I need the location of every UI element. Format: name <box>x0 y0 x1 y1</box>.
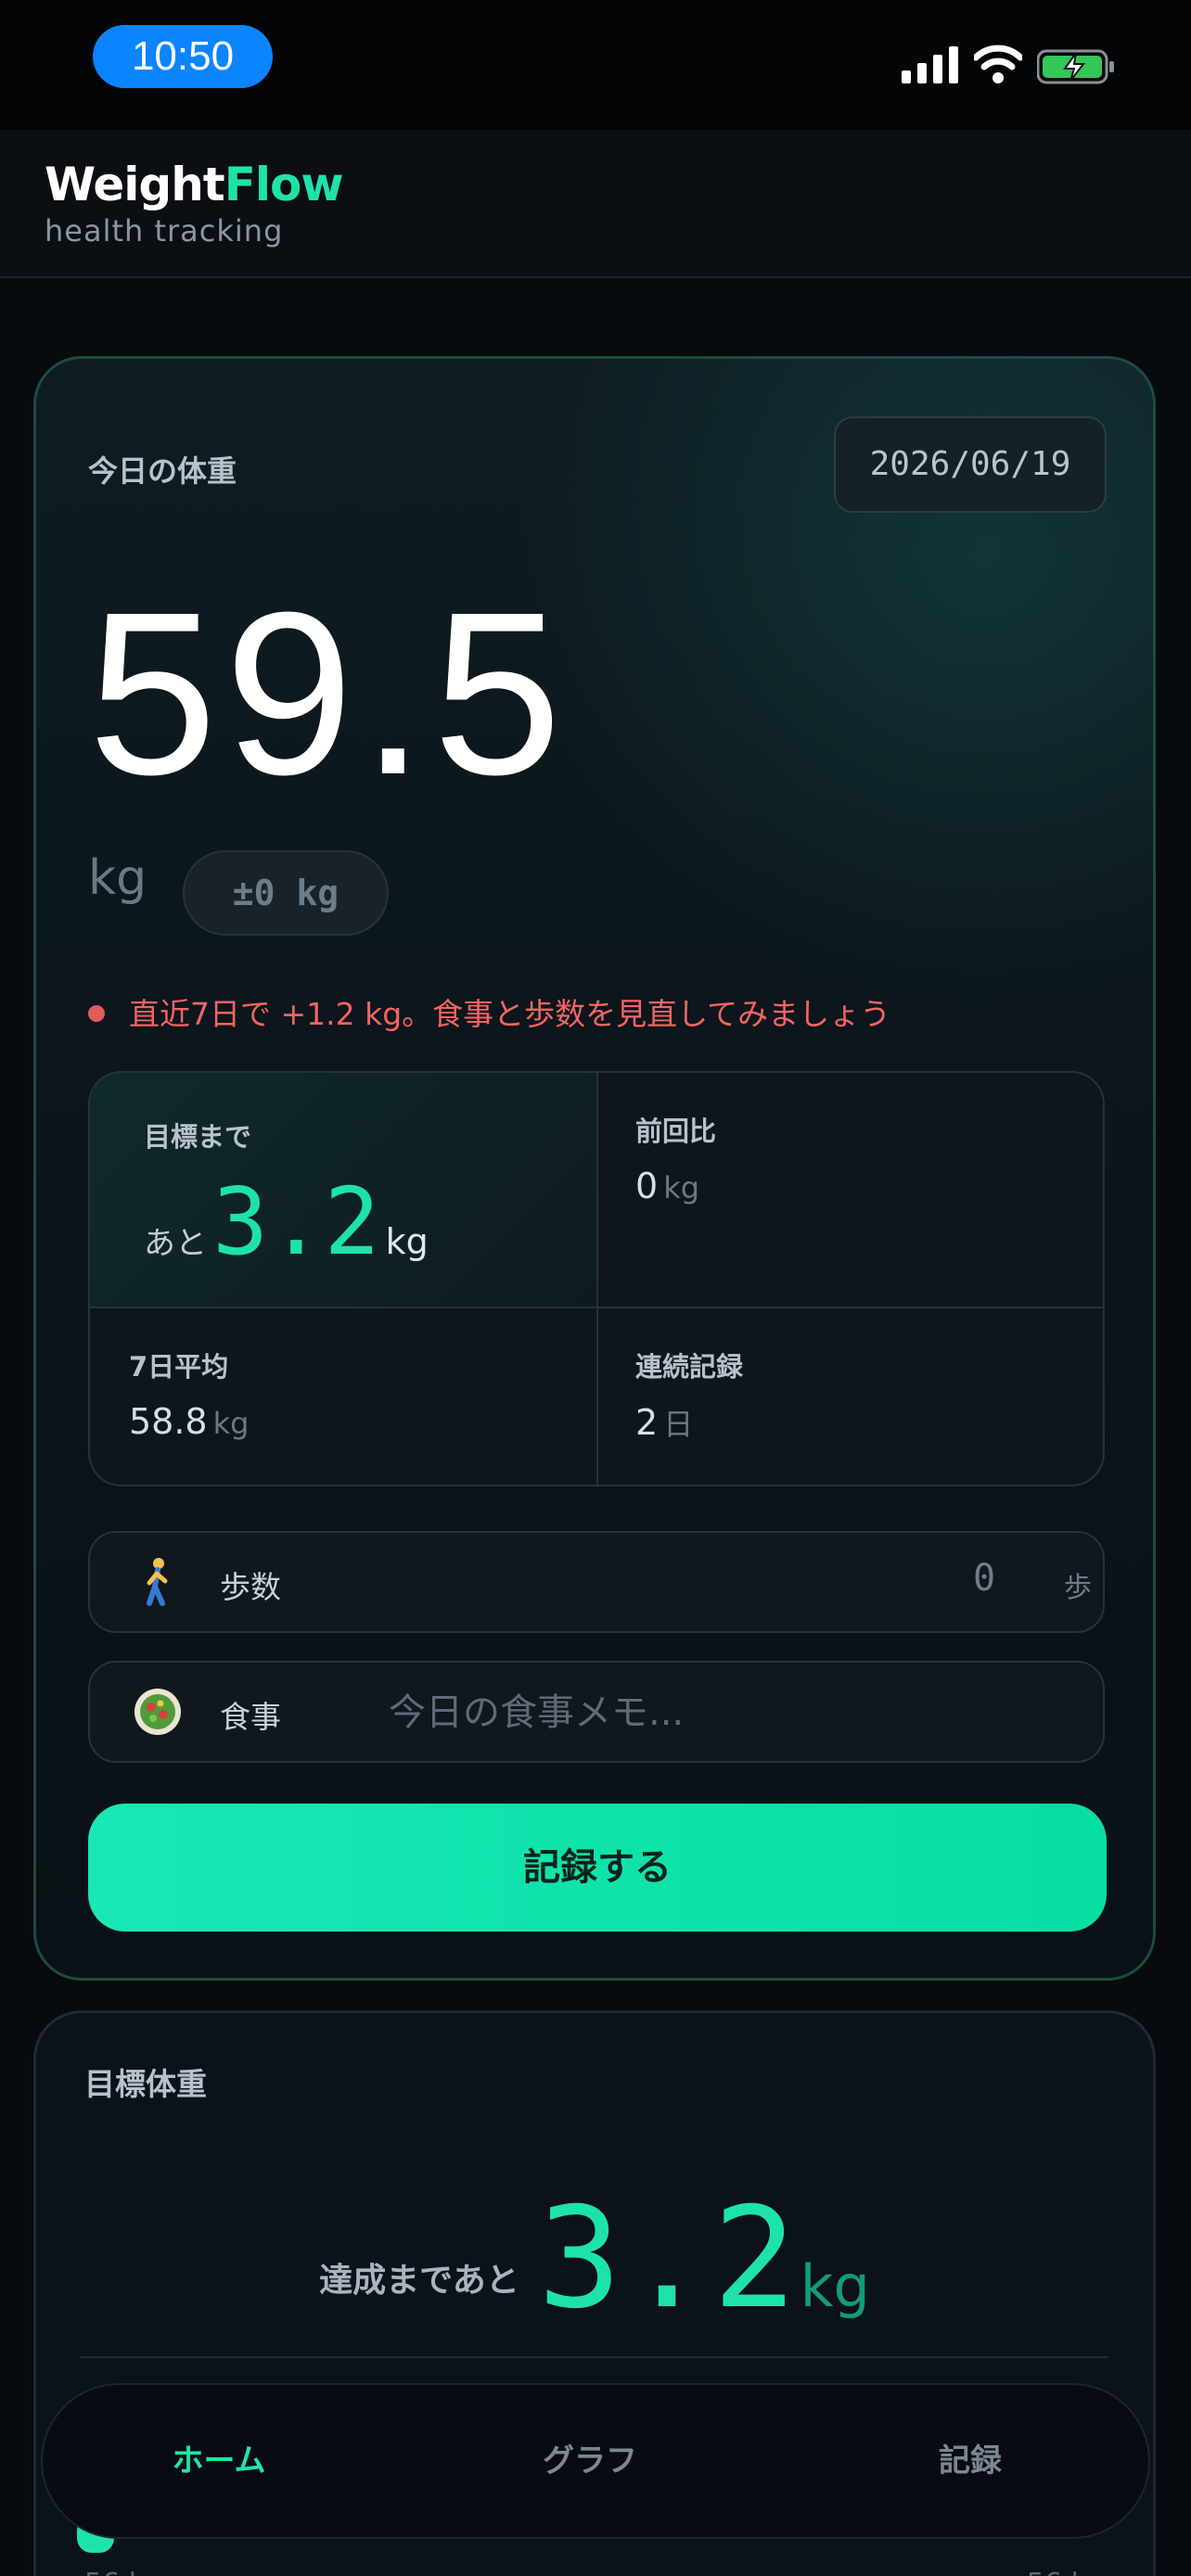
stat-previous-value-line: 0 kg <box>635 1166 699 1206</box>
app-header: WeightFlow health tracking <box>0 130 1191 278</box>
stat-goal-unit: kg <box>385 1221 429 1262</box>
status-time: 10:50 <box>93 25 273 88</box>
stat-previous-unit: kg <box>663 1170 700 1205</box>
stat-avg-value: 58.8 <box>129 1401 208 1442</box>
goal-remaining-line: 達成まであと 3.2kg <box>36 2178 1153 2340</box>
today-weight-card: 今日の体重 2026/06/19 59.5 kg ±0 kg 直近7日で +1.… <box>33 356 1156 1981</box>
goal-weight-title: 目標体重 <box>84 2066 207 2102</box>
stat-goal-value: 3.2 <box>212 1167 380 1276</box>
goal-divider <box>81 2356 1108 2358</box>
brand-name-part2: Flow <box>224 158 344 211</box>
steps-unit: 歩 <box>1064 1572 1092 1604</box>
trend-warning-text: 直近7日で +1.2 kg。食事と歩数を見直してみましょう <box>129 996 891 1032</box>
tab-graph[interactable]: グラフ <box>469 2385 711 2537</box>
stat-streak-label: 連続記録 <box>635 1351 744 1383</box>
weight-value[interactable]: 59.5 <box>88 578 570 810</box>
stat-avg-unit: kg <box>212 1406 250 1441</box>
meal-label: 食事 <box>220 1699 281 1735</box>
stat-goal-prefix: あと <box>144 1225 207 1262</box>
stat-streak: 連続記録 2日 <box>598 1308 1103 1485</box>
stat-goal-value-line: あと3.2 kg <box>144 1167 429 1276</box>
stat-streak-value-line: 2日 <box>635 1401 693 1444</box>
walking-person-icon <box>147 1558 168 1606</box>
stat-streak-unit: 日 <box>663 1407 694 1442</box>
stat-previous-label: 前回比 <box>635 1116 717 1147</box>
record-button[interactable]: 記録する <box>88 1804 1107 1932</box>
goal-remaining-unit: kg <box>800 2252 870 2320</box>
steps-label: 歩数 <box>220 1569 281 1605</box>
meal-memo-input[interactable] <box>387 1679 1077 1746</box>
warning-dot-icon <box>88 1004 105 1022</box>
date-picker[interactable]: 2026/06/19 <box>834 416 1107 513</box>
goal-range-min: 56 kg <box>84 2568 162 2576</box>
stat-goal-remaining: 目標まで あと3.2 kg <box>90 1073 598 1308</box>
brand-logo: WeightFlow <box>45 158 344 211</box>
bottom-tab-bar: ホーム グラフ 記録 <box>41 2383 1150 2539</box>
delta-badge: ±0 kg <box>183 850 389 936</box>
app-screen: 10:50 WeightFlow health tracking 今日の体重 2… <box>0 0 1191 2576</box>
stat-previous: 前回比 0 kg <box>598 1073 1103 1308</box>
brand-name-part1: Weight <box>45 158 225 211</box>
goal-range-max: 56 kg <box>1027 2568 1105 2576</box>
stat-7day-average: 7日平均 58.8 kg <box>90 1308 598 1485</box>
weight-unit: kg <box>88 850 147 906</box>
stat-streak-value: 2 <box>635 1402 659 1443</box>
battery-charging-icon <box>1037 49 1114 84</box>
status-bar: 10:50 <box>0 0 1191 130</box>
steps-input[interactable]: 0 <box>973 1557 995 1600</box>
stat-goal-label: 目標まで <box>144 1121 252 1153</box>
stat-avg-value-line: 58.8 kg <box>129 1401 249 1442</box>
steps-row[interactable]: 歩数 0 歩 <box>88 1531 1105 1633</box>
brand-subtitle: health tracking <box>45 213 284 249</box>
wifi-icon <box>974 45 1022 83</box>
tab-log[interactable]: 記録 <box>850 2385 1091 2537</box>
cellular-signal-icon <box>902 46 958 83</box>
stat-previous-value: 0 <box>635 1166 659 1206</box>
salad-icon <box>134 1689 181 1735</box>
today-weight-label: 今日の体重 <box>88 453 237 489</box>
stats-grid: 目標まで あと3.2kg 前回比 0kg 7日平均 58.8kg 連続記録 <box>88 1071 1105 1486</box>
goal-remaining-value: 3.2 <box>537 2178 800 2340</box>
trend-warning: 直近7日で +1.2 kg。食事と歩数を見直してみましょう <box>88 989 890 1034</box>
stat-avg-label: 7日平均 <box>129 1351 229 1383</box>
tab-home[interactable]: ホーム <box>98 2385 339 2537</box>
meal-row[interactable]: 食事 <box>88 1661 1105 1763</box>
goal-remaining-prefix: 達成まであと <box>319 2262 519 2300</box>
